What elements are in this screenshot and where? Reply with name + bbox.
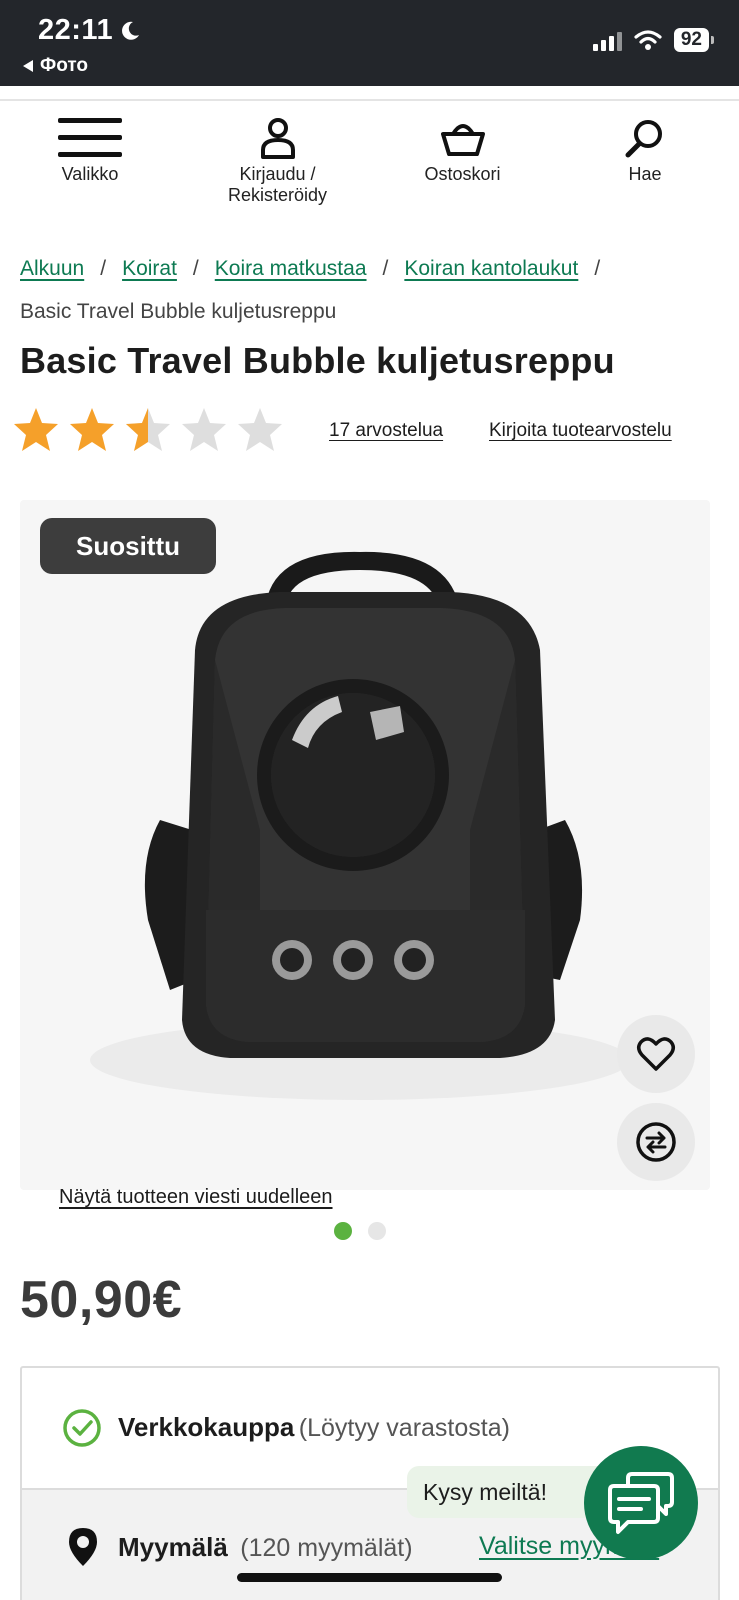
store-count: (120 myymälät) (240, 1534, 413, 1562)
product-image (90, 551, 630, 1100)
search-button[interactable]: Hae (605, 112, 685, 185)
reviews-count-link[interactable]: 17 arvostelua (329, 420, 443, 442)
wifi-icon (634, 30, 662, 50)
product-image-gallery[interactable]: Suosittu (20, 500, 710, 1190)
breadcrumb-dog-carriers[interactable]: Koiran kantolaukut (404, 257, 578, 280)
signal-icon (592, 29, 622, 51)
login-label-line1: Kirjaudu / (239, 164, 316, 184)
status-time: 22:11 (38, 14, 141, 47)
star-icon-empty (182, 408, 226, 451)
hamburger-icon (58, 118, 122, 157)
basket-icon (440, 124, 485, 156)
chat-icon (608, 1472, 674, 1534)
star-icon-empty (238, 408, 282, 451)
search-icon (625, 120, 662, 158)
breadcrumb-current: Basic Travel Bubble kuljetusreppu (20, 300, 337, 323)
status-indicators: 92 (592, 28, 715, 52)
gallery-dot-active[interactable] (334, 1222, 352, 1240)
star-icon-filled (14, 408, 58, 451)
star-icon-half (126, 408, 170, 451)
breadcrumb-home[interactable]: Alkuun (20, 257, 84, 280)
battery-indicator: 92 (673, 28, 715, 52)
online-stock-status: (Löytyy varastosta) (298, 1414, 510, 1442)
header-divider (0, 99, 739, 101)
cart-button[interactable]: Ostoskori (410, 112, 515, 185)
online-store-title: Verkkokauppa (118, 1412, 295, 1442)
gallery-dot[interactable] (368, 1222, 386, 1240)
chat-prompt-label: Kysy meiltä! (423, 1478, 547, 1505)
show-product-message-link[interactable]: Näytä tuotteen viesti uudelleen (59, 1186, 333, 1209)
location-pin-icon (69, 1528, 97, 1566)
chat-button[interactable] (584, 1446, 698, 1560)
breadcrumb: Alkuun / Koirat / Koira matkustaa / Koiran kan… (20, 257, 601, 323)
main-navigation: Valikko Kirjaudu / Rekisteröidy Ostoskor… (0, 112, 739, 222)
menu-label: Valikko (61, 164, 119, 184)
favorite-button[interactable] (617, 1015, 695, 1093)
compare-button[interactable] (617, 1103, 695, 1181)
product-price: 50,90€ (20, 1271, 183, 1329)
back-arrow-icon (23, 60, 33, 72)
status-bar: 22:11 Фото 92 (0, 0, 739, 86)
breadcrumb-dog-travel[interactable]: Koira matkustaa (215, 257, 367, 280)
breadcrumb-dogs[interactable]: Koirat (122, 257, 177, 280)
user-icon (260, 118, 295, 159)
back-to-app[interactable]: Фото (22, 55, 88, 77)
physical-store-title: Myymälä (118, 1532, 228, 1562)
product-title: Basic Travel Bubble kuljetusreppu (20, 340, 615, 381)
popular-badge: Suosittu (40, 518, 216, 574)
login-button[interactable]: Kirjaudu / Rekisteröidy (205, 112, 350, 206)
compare-arrows-icon (636, 1122, 676, 1162)
product-rating: 17 arvostelua Kirjoita tuotearvostelu (12, 406, 727, 462)
heart-icon (637, 1037, 675, 1071)
star-icon-filled (70, 408, 114, 451)
login-label-line2: Rekisteröidy (227, 185, 328, 205)
check-circle-icon (63, 1409, 101, 1447)
cart-label: Ostoskori (424, 164, 501, 184)
rating-stars[interactable] (12, 406, 284, 454)
gallery-pagination (334, 1222, 386, 1240)
search-label: Hae (628, 164, 662, 184)
moon-icon (122, 21, 140, 40)
menu-button[interactable]: Valikko (45, 112, 135, 185)
write-review-link[interactable]: Kirjoita tuotearvostelu (489, 420, 672, 442)
home-indicator[interactable] (237, 1573, 502, 1582)
